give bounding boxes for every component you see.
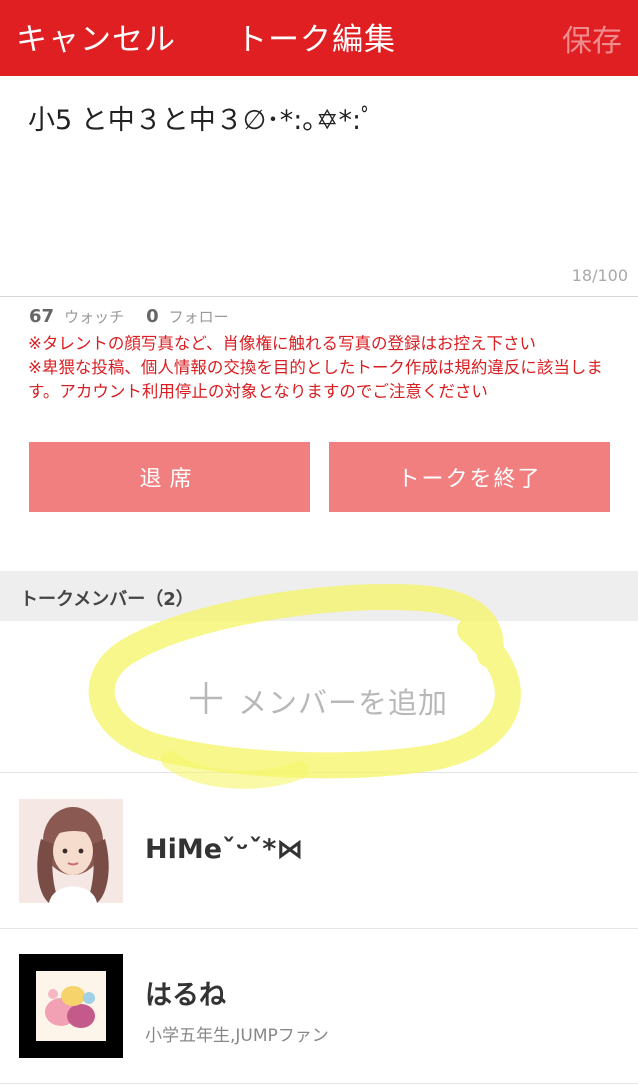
char-counter: 18/100 xyxy=(571,266,628,285)
watch-label: ウォッチ xyxy=(64,308,125,326)
top-nav-bar: キャンセル トーク編集 保存 xyxy=(0,0,638,76)
save-button[interactable]: 保存 xyxy=(562,16,622,60)
member-row[interactable]: はるね 小学五年生,JUMPファン xyxy=(0,929,638,1084)
follow-label: フォロー xyxy=(168,308,229,326)
notice-terms-violation: ※卑猥な投稿、個人情報の交換を目的としたトーク作成は規約違反に該当します。アカウ… xyxy=(28,358,603,401)
member-name: HiMeˇᵕˇ*⋈ xyxy=(145,834,304,865)
leave-button[interactable]: 退席 xyxy=(29,442,310,512)
member-bio: 小学五年生,JUMPファン xyxy=(145,1026,329,1046)
watch-count: 67 xyxy=(29,306,55,327)
member-name: はるね xyxy=(145,980,226,1011)
talk-name-text[interactable]: 小5 と中３と中３∅･*:｡✡*:ﾟ xyxy=(28,98,375,137)
talk-stats: 67 ウォッチ 0 フォロー xyxy=(29,306,251,327)
member-row[interactable]: HiMeˇᵕˇ*⋈ xyxy=(0,774,638,929)
members-section-header: トークメンバー（2） xyxy=(0,571,638,621)
follow-count: 0 xyxy=(146,306,159,327)
plus-icon xyxy=(190,682,222,714)
avatar xyxy=(19,799,123,903)
talk-name-editor[interactable]: 小5 と中３と中３∅･*:｡✡*:ﾟ 18/100 xyxy=(0,76,638,297)
cancel-button[interactable]: キャンセル xyxy=(16,14,176,59)
warning-notice: ※タレントの顔写真など、肖像権に触れる写真の登録はお控え下さい ※卑猥な投稿、個… xyxy=(28,332,628,404)
members-section-title: トークメンバー（2） xyxy=(20,589,194,610)
page-title: トーク編集 xyxy=(236,22,396,58)
add-member-button[interactable]: メンバーを追加 xyxy=(0,622,638,773)
end-talk-button[interactable]: トークを終了 xyxy=(329,442,610,512)
avatar xyxy=(19,954,123,1058)
add-member-label: メンバーを追加 xyxy=(238,686,449,720)
notice-portrait-rights: ※タレントの顔写真など、肖像権に触れる写真の登録はお控え下さい xyxy=(28,334,537,353)
